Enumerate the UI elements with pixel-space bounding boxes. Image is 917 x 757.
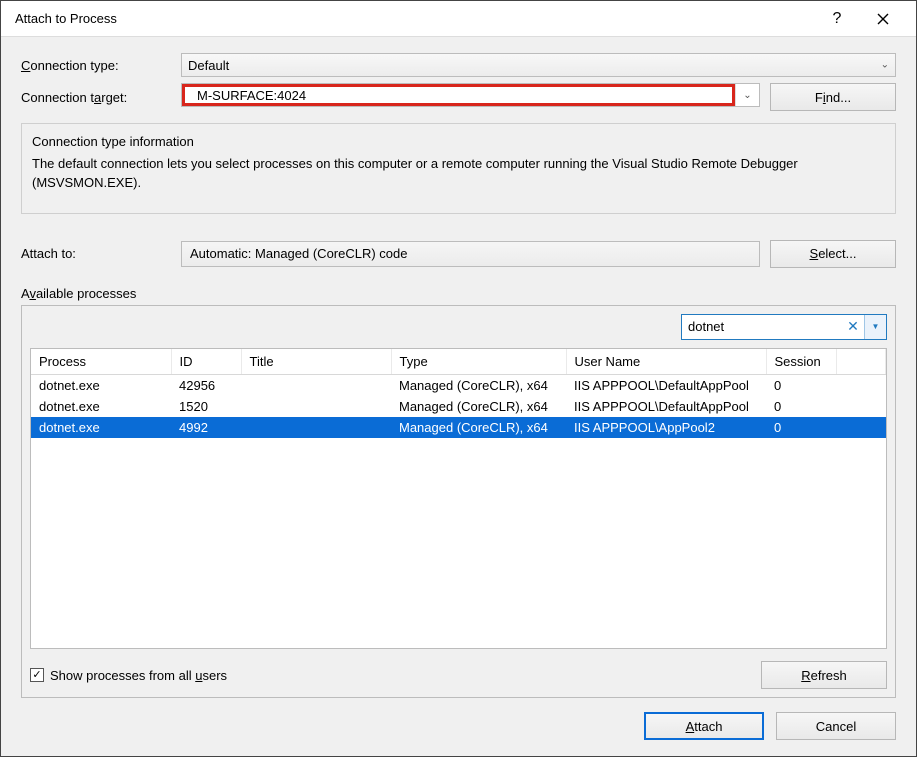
process-filter[interactable]: ✕ ▼	[681, 314, 887, 340]
close-button[interactable]	[860, 1, 906, 37]
col-title[interactable]: Title	[241, 349, 391, 375]
attach-to-value: Automatic: Managed (CoreCLR) code	[181, 241, 760, 267]
connection-target-row: Connection target: ⌄ Find...	[21, 83, 896, 111]
process-grid[interactable]: Process ID Title Type User Name Session …	[30, 348, 887, 650]
available-processes-frame: ✕ ▼ Process ID	[21, 305, 896, 699]
titlebar: Attach to Process ?	[1, 1, 916, 37]
process-grid-header[interactable]: Process ID Title Type User Name Session	[31, 349, 886, 375]
table-row[interactable]: dotnet.exe4992Managed (CoreCLR), x64IIS …	[31, 417, 886, 438]
cancel-button[interactable]: Cancel	[776, 712, 896, 740]
col-process[interactable]: Process	[31, 349, 171, 375]
table-row[interactable]: dotnet.exe42956Managed (CoreCLR), x64IIS…	[31, 374, 886, 396]
connection-type-info: Connection type information The default …	[21, 123, 896, 214]
find-button[interactable]: Find...	[770, 83, 896, 111]
col-session[interactable]: Session	[766, 349, 836, 375]
col-id[interactable]: ID	[171, 349, 241, 375]
connection-type-label: Connection type:	[21, 58, 171, 73]
col-user[interactable]: User Name	[566, 349, 766, 375]
select-button[interactable]: Select...	[770, 240, 896, 268]
attach-to-row: Attach to: Automatic: Managed (CoreCLR) …	[21, 240, 896, 268]
checkbox-icon: ✓	[30, 668, 44, 682]
dialog-body: Connection type: Default ⌄ Connection ta…	[1, 37, 916, 756]
dialog-footer: Attach Cancel	[21, 712, 896, 742]
attach-button[interactable]: Attach	[644, 712, 764, 740]
available-processes-label: Available processes	[21, 286, 896, 301]
connection-type-row: Connection type: Default ⌄	[21, 53, 896, 77]
info-title: Connection type information	[32, 132, 885, 152]
close-icon	[877, 13, 889, 25]
available-processes-section: Available processes ✕ ▼	[21, 286, 896, 699]
connection-target-combo[interactable]: ⌄	[181, 83, 760, 107]
filter-dropdown-icon[interactable]: ▼	[864, 315, 886, 339]
connection-target-label: Connection target:	[21, 90, 171, 105]
connection-target-input[interactable]	[191, 88, 726, 103]
info-body: The default connection lets you select p…	[32, 154, 885, 193]
refresh-button[interactable]: Refresh	[761, 661, 887, 689]
col-type[interactable]: Type	[391, 349, 566, 375]
show-all-users-checkbox[interactable]: ✓ Show processes from all users	[30, 668, 227, 683]
attach-to-process-dialog: Attach to Process ? Connection type: Def…	[0, 0, 917, 757]
connection-type-value: Default	[188, 58, 229, 73]
help-button[interactable]: ?	[814, 1, 860, 37]
attach-to-label: Attach to:	[21, 246, 171, 261]
process-filter-input[interactable]	[682, 315, 842, 339]
clear-filter-icon[interactable]: ✕	[842, 315, 864, 339]
window-title: Attach to Process	[11, 11, 814, 26]
connection-type-combo[interactable]: Default ⌄	[181, 53, 896, 77]
chevron-down-icon: ⌄	[881, 60, 889, 71]
chevron-down-icon[interactable]: ⌄	[735, 84, 759, 106]
table-row[interactable]: dotnet.exe1520Managed (CoreCLR), x64IIS …	[31, 396, 886, 417]
show-all-users-label: Show processes from all users	[50, 668, 227, 683]
